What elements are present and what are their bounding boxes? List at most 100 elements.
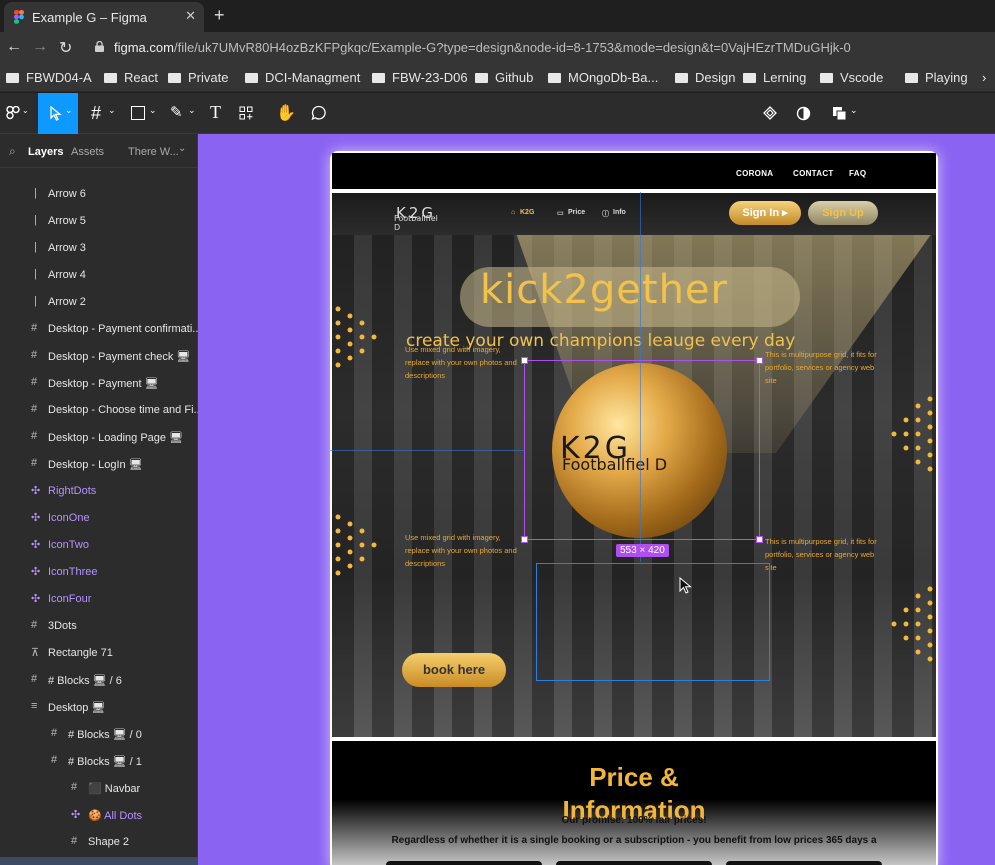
layer-label: ⬛ Navbar — [88, 783, 141, 795]
frame-tool-button[interactable]: # ⌄ — [88, 93, 120, 134]
layer-label: # Blocks 🖥 / 0 — [68, 729, 142, 741]
mask-tool-button[interactable] — [794, 93, 816, 134]
page-selector[interactable]: There W... — [128, 146, 179, 158]
component-diamond-icon — [763, 106, 777, 120]
layer-row[interactable]: # # Blocks 🖥 / 1 — [0, 747, 198, 774]
pen-tool-button[interactable]: ✎ ⌄ — [168, 93, 200, 134]
bookmark-item[interactable]: MOngoDb-Ba... — [548, 70, 658, 85]
nav-link-contact[interactable]: CONTACT — [793, 169, 834, 178]
sign-up-button[interactable]: Sign Up — [808, 201, 878, 225]
hero-link-k2g[interactable]: K2G — [520, 209, 534, 216]
layer-row[interactable]: ✣ 🍪 All Dots — [0, 801, 198, 828]
hover-outline-box[interactable] — [536, 563, 770, 681]
layer-row[interactable]: | Arrow 5 — [0, 207, 198, 234]
price-card[interactable] — [726, 861, 882, 865]
frame-icon: # — [71, 781, 78, 793]
forward-arrow-icon[interactable]: → — [32, 38, 48, 56]
hand-tool-button[interactable]: ✋ — [274, 93, 296, 134]
left-dots-decoration-top — [335, 306, 377, 368]
layer-label: # Blocks 🖥 / 1 — [68, 756, 142, 768]
resize-handle[interactable] — [521, 536, 528, 543]
layer-row[interactable]: # Desktop - LogIn 🖥 — [0, 450, 198, 477]
layer-row[interactable]: # Desktop - Payment confirmati... — [0, 315, 201, 342]
layer-row-partial[interactable] — [0, 164, 198, 172]
resize-handle[interactable] — [756, 357, 763, 364]
price-card[interactable] — [556, 861, 712, 865]
layer-row[interactable]: # # Blocks 🖥 / 0 — [0, 720, 198, 747]
browser-tab[interactable]: Example G – Figma ✕ — [4, 2, 204, 32]
bookmark-item[interactable]: Design — [675, 70, 735, 85]
top-navbar[interactable]: CORONA CONTACT FAQ — [332, 153, 936, 189]
bookmark-item[interactable]: React — [104, 70, 158, 85]
tab-layers[interactable]: Layers — [28, 146, 63, 158]
price-section[interactable]: Price & Information Our promise: 100% fa… — [332, 741, 936, 865]
boolean-tool-button[interactable]: ⌄ — [830, 93, 862, 134]
more-bookmarks-icon[interactable]: › — [982, 70, 986, 85]
design-canvas[interactable]: CORONA CONTACT FAQ K2G Footballfiel D ⌂ … — [198, 134, 995, 865]
layer-row[interactable]: ✣ IconThree — [0, 558, 198, 585]
resize-handle[interactable] — [521, 357, 528, 364]
layer-row[interactable]: | Arrow 3 — [0, 234, 198, 261]
bookmark-item[interactable]: FBW-23-D06 — [372, 70, 468, 85]
layer-row[interactable]: # Desktop - Loading Page 🖥 — [0, 423, 198, 450]
layer-row[interactable]: | Arrow 4 — [0, 261, 198, 288]
move-tool-button[interactable]: ⌄ — [38, 93, 78, 134]
bookmark-label: Private — [188, 70, 229, 85]
bookmark-item[interactable]: Github — [475, 70, 533, 85]
sign-in-button[interactable]: Sign In ▸ — [729, 201, 801, 225]
layer-row[interactable]: | Arrow 2 — [0, 288, 198, 315]
book-here-button[interactable]: book here — [402, 653, 506, 687]
layer-row[interactable]: # ⬛ Navbar — [0, 774, 198, 801]
chevron-down-icon[interactable]: ⌄ — [178, 143, 186, 154]
layer-row[interactable]: # Desktop - Payment 🖥 — [0, 369, 198, 396]
hero-link-price[interactable]: Price — [568, 209, 585, 216]
layer-row[interactable]: | Arrow 6 — [0, 180, 198, 207]
shape-tool-button[interactable]: ⌄ — [128, 93, 160, 134]
resources-tool-button[interactable] — [236, 93, 258, 134]
folder-icon — [548, 73, 561, 83]
text-tool-button[interactable]: T — [208, 93, 228, 134]
close-tab-icon[interactable]: ✕ — [185, 8, 196, 24]
hero-navbar[interactable]: K2G Footballfiel D ⌂ K2G ▭ Price ⓘ Info … — [332, 193, 936, 235]
layer-row[interactable]: # Desktop - Choose time and Fi... — [0, 396, 203, 423]
lock-icon[interactable] — [95, 41, 104, 52]
component-tool-button[interactable] — [760, 93, 782, 134]
reload-icon[interactable]: ↻ — [59, 38, 72, 58]
main-menu-button[interactable]: ⌄ — [4, 93, 32, 134]
tab-assets[interactable]: Assets — [71, 146, 104, 158]
line-icon: | — [34, 241, 37, 253]
layer-row[interactable]: ≡ Desktop 🖥 — [0, 693, 198, 720]
bookmark-label: React — [124, 70, 158, 85]
layer-row[interactable]: # Shape 2 — [0, 828, 198, 855]
layer-row[interactable]: #3Dots — [0, 612, 198, 639]
bookmark-item[interactable]: Playing — [905, 70, 968, 85]
chevron-down-icon: ⌄ — [22, 106, 29, 115]
bookmark-label: Playing — [925, 70, 968, 85]
hero-link-info[interactable]: Info — [613, 209, 626, 216]
price-card[interactable] — [386, 861, 542, 865]
comment-tool-button[interactable] — [308, 93, 330, 134]
layer-row[interactable]: ✣ IconOne — [0, 504, 198, 531]
layer-row[interactable]: ✣ IconTwo — [0, 531, 198, 558]
new-tab-button[interactable]: + — [214, 5, 225, 26]
selection-box[interactable] — [521, 357, 763, 543]
layer-row[interactable]: ⊼ Rectangle 71 — [0, 639, 198, 666]
bookmark-item[interactable]: FBWD04-A — [6, 70, 92, 85]
selected-layer-row[interactable] — [0, 857, 198, 865]
layer-row[interactable]: # Desktop - Payment check 🖥 — [0, 342, 198, 369]
resize-handle[interactable] — [756, 536, 763, 543]
search-layers-icon[interactable]: ⌕ — [9, 144, 16, 159]
comment-bubble-icon — [311, 105, 326, 121]
back-arrow-icon[interactable]: ← — [6, 38, 22, 56]
layer-row[interactable]: ✣ IconFour — [0, 585, 198, 612]
bookmark-item[interactable]: Lerning — [743, 70, 806, 85]
hash-frame-icon: # — [91, 103, 102, 123]
url-input[interactable]: figma.com/file/uk7UMvR80H4ozBzKFPgkqc/Ex… — [114, 40, 851, 55]
bookmark-item[interactable]: DCI-Managment — [245, 70, 360, 85]
nav-link-faq[interactable]: FAQ — [849, 169, 866, 178]
nav-link-corona[interactable]: CORONA — [736, 169, 773, 178]
bookmark-item[interactable]: Private — [168, 70, 228, 85]
layer-row[interactable]: ✣ RightDots — [0, 477, 198, 504]
bookmark-item[interactable]: Vscode — [820, 70, 883, 85]
layer-row[interactable]: # # Blocks 🖥 / 6 — [0, 666, 198, 693]
